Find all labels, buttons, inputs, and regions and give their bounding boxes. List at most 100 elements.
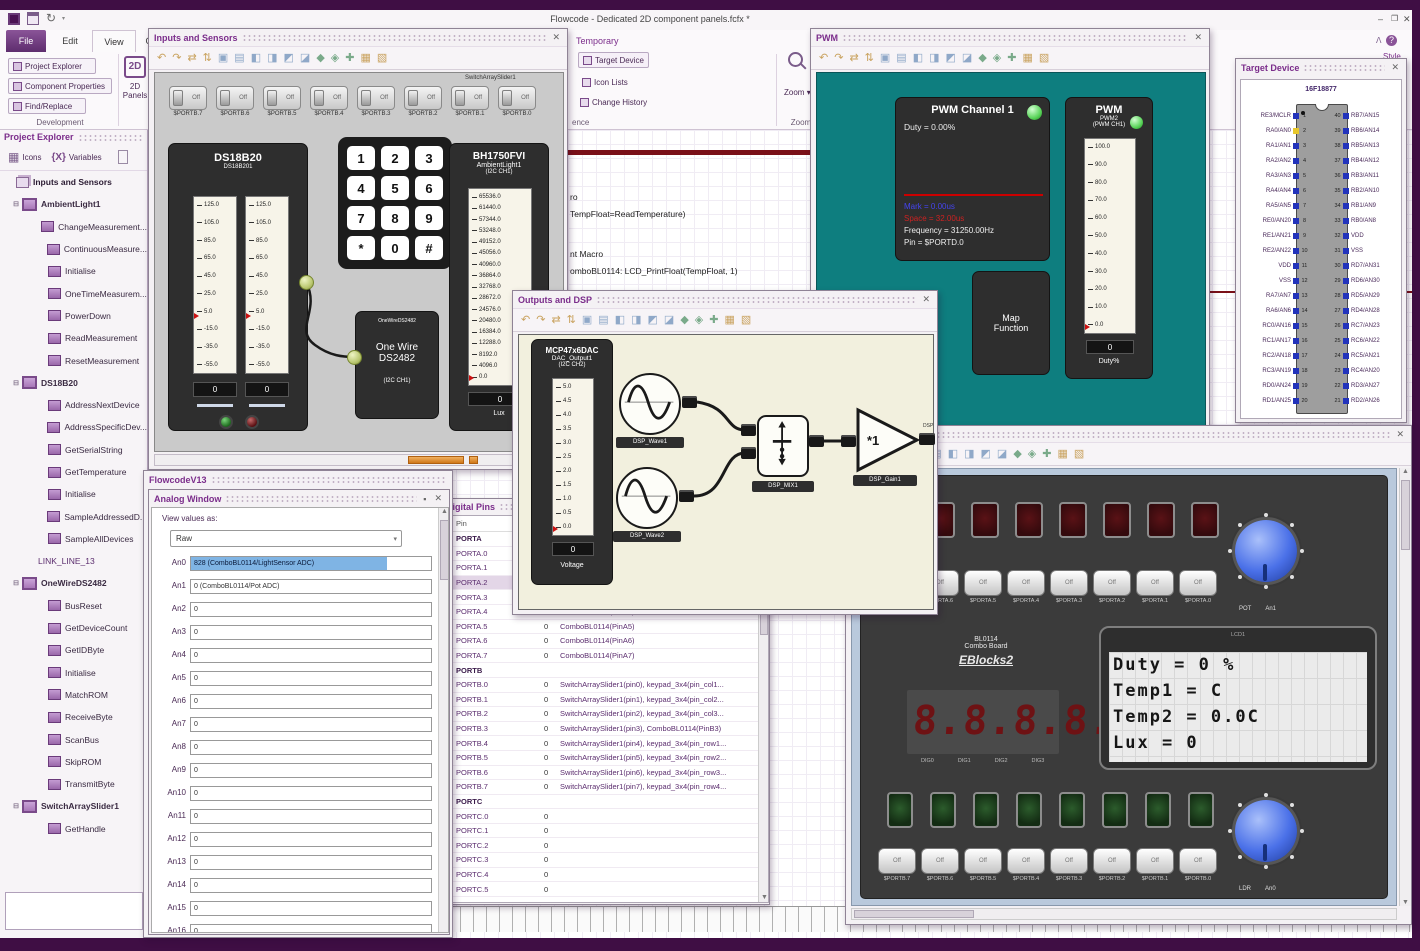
toolbar-icon[interactable]: ◧ bbox=[913, 52, 923, 64]
toolbar-icon[interactable]: ✚ bbox=[709, 314, 718, 326]
port-switch[interactable]: Off $PORTB.0 bbox=[1178, 848, 1218, 882]
tree-item[interactable]: SkipROM bbox=[0, 751, 147, 773]
tree-item[interactable]: ChangeMeasurement... bbox=[0, 216, 147, 238]
dsp-mixer-component[interactable] bbox=[757, 415, 809, 477]
tree-expander-icon[interactable]: ⊟ bbox=[10, 579, 22, 587]
analog-window-titlebar[interactable]: Analog Window ▪ ✕ bbox=[149, 490, 449, 507]
toolbar-icon[interactable]: ▧ bbox=[1074, 448, 1084, 460]
tree-item[interactable]: AddressNextDevice bbox=[0, 394, 147, 416]
tree-item[interactable]: ReadMeasurement bbox=[0, 327, 147, 349]
port-switch[interactable]: Off $PORTB.3 bbox=[1049, 848, 1089, 882]
port-switch[interactable]: Off $PORTB.2 bbox=[1092, 848, 1132, 882]
zoom-dropdown[interactable]: Zoom ▾ bbox=[784, 88, 811, 97]
toolbar-icon[interactable]: ▤ bbox=[234, 52, 244, 64]
project-explorer-button[interactable]: Project Explorer bbox=[8, 58, 96, 74]
pin-row[interactable]: PORTC.3 0 bbox=[444, 853, 768, 868]
analog-channel-row[interactable]: An0 828 (ComboBL0114/LightSensor ADC) bbox=[152, 556, 436, 579]
port-switch[interactable]: Off $PORTA.0 bbox=[1178, 570, 1218, 604]
close-icon[interactable]: ✕ bbox=[920, 294, 932, 305]
board-hscrollbar[interactable] bbox=[851, 908, 1397, 920]
toolbar-icon[interactable]: ◪ bbox=[300, 52, 310, 64]
pin-row[interactable]: ▴ PORTB bbox=[444, 663, 768, 678]
chip-pin-row[interactable]: RA0/AN0 2 39 RB6/AN14 bbox=[1243, 123, 1401, 138]
dsp-window-titlebar[interactable]: Outputs and DSP ✕ bbox=[513, 291, 937, 308]
toolbar-icon[interactable]: ↷ bbox=[834, 52, 843, 64]
tree-item[interactable]: ScanBus bbox=[0, 728, 147, 750]
analog-channel-row[interactable]: An7 0 bbox=[152, 717, 436, 740]
pin-row[interactable]: PORTA.6 0 ComboBL0114(PinA6) bbox=[444, 634, 768, 649]
toolbar-icon[interactable]: ◪ bbox=[962, 52, 972, 64]
target-device-titlebar[interactable]: Target Device ✕ bbox=[1236, 59, 1406, 76]
pin-row[interactable]: PORTB.2 0 SwitchArraySlider1(pin2), keyp… bbox=[444, 707, 768, 722]
keypad-key[interactable]: 5 bbox=[381, 176, 409, 200]
chip-pin-row[interactable]: RE0/AN20 8 33 RB0/AN8 bbox=[1243, 213, 1401, 228]
chip-pin-row[interactable]: RA4/AN4 6 35 RB2/AN10 bbox=[1243, 183, 1401, 198]
tree-item[interactable]: ResetMeasurement bbox=[0, 349, 147, 371]
toolbar-icon[interactable]: ◧ bbox=[948, 448, 958, 460]
onewire-component[interactable]: OneWireDS2482 One Wire DS2482 (I2C CH1) bbox=[355, 311, 439, 419]
pwm-window-titlebar[interactable]: PWM ✕ bbox=[811, 29, 1209, 46]
toolbar-icon[interactable]: ◈ bbox=[993, 52, 1001, 64]
chip-pin-row[interactable]: RA2/AN2 4 37 RB4/AN12 bbox=[1243, 153, 1401, 168]
tree-expander-icon[interactable]: ⊟ bbox=[10, 379, 22, 387]
pin-row[interactable]: PORTC.0 0 bbox=[444, 809, 768, 824]
tree-item[interactable]: SampleAllDevices bbox=[0, 528, 147, 550]
analog-vscrollbar[interactable]: ▲ bbox=[438, 508, 448, 932]
restore-button[interactable]: ❐ bbox=[1391, 14, 1398, 23]
tree-item[interactable]: LINK_LINE_13 bbox=[0, 550, 147, 572]
tab-edit[interactable]: Edit bbox=[50, 30, 90, 52]
help-icon[interactable]: ? bbox=[1386, 35, 1397, 46]
toolbar-icon[interactable]: ▦ bbox=[1022, 52, 1032, 64]
2d-panel-icon[interactable]: 2D bbox=[124, 56, 146, 78]
dsp-wave1-component[interactable] bbox=[619, 373, 681, 435]
analog-channel-row[interactable]: An16 0 bbox=[152, 924, 436, 932]
analog-channel-row[interactable]: An14 0 bbox=[152, 878, 436, 901]
toolbar-icon[interactable]: ↶ bbox=[157, 52, 166, 64]
chip-pin-row[interactable]: RA3/AN3 5 36 RB3/AN11 bbox=[1243, 168, 1401, 183]
tree-item[interactable]: Initialise bbox=[0, 483, 147, 505]
close-icon[interactable]: ✕ bbox=[1192, 32, 1204, 43]
tree-item[interactable]: SampleAddressedD... bbox=[0, 505, 147, 527]
toolbar-icon[interactable]: ⇅ bbox=[865, 52, 874, 64]
flowcode-panel-titlebar[interactable]: FlowcodeV13 bbox=[144, 471, 452, 488]
tree-item[interactable]: BusReset bbox=[0, 595, 147, 617]
keypad-key[interactable]: 1 bbox=[347, 146, 375, 170]
ldr-knob[interactable] bbox=[1235, 800, 1297, 862]
connector-plug[interactable] bbox=[841, 435, 856, 447]
tree-item[interactable]: TransmitByte bbox=[0, 773, 147, 795]
toolbar-icon[interactable]: ◆ bbox=[316, 52, 324, 64]
port-switch[interactable]: Off $PORTB.5 bbox=[963, 848, 1003, 882]
tree-item[interactable]: GetTemperature bbox=[0, 461, 147, 483]
tab-temporary[interactable]: Temporary bbox=[576, 36, 619, 46]
toolbar-icon[interactable]: ▣ bbox=[582, 314, 592, 326]
toolbar-icon[interactable]: ◨ bbox=[267, 52, 277, 64]
toolbar-icon[interactable]: ◨ bbox=[929, 52, 939, 64]
chip-pin-row[interactable]: RC0/AN16 15 26 RC7/AN23 bbox=[1243, 318, 1401, 333]
pin-row[interactable]: PORTC.4 0 bbox=[444, 868, 768, 883]
pin-row[interactable]: PORTB.1 0 SwitchArraySlider1(pin1), keyp… bbox=[444, 693, 768, 708]
connector-plug[interactable] bbox=[682, 396, 697, 408]
toolbar-icon[interactable]: ↷ bbox=[536, 314, 545, 326]
wire-node-icon[interactable] bbox=[347, 350, 362, 365]
port-switch[interactable]: Off $PORTA.5 bbox=[963, 570, 1003, 604]
toolbar-icon[interactable]: ↶ bbox=[521, 314, 530, 326]
analog-channel-row[interactable]: An4 0 bbox=[152, 648, 436, 671]
pin-row[interactable]: PORTC.2 0 bbox=[444, 838, 768, 854]
toolbar-icon[interactable]: ◧ bbox=[251, 52, 261, 64]
toolbar-icon[interactable]: ▦ bbox=[360, 52, 370, 64]
toolbar-icon[interactable]: ▣ bbox=[880, 52, 890, 64]
close-button[interactable]: ✕ bbox=[1403, 14, 1411, 25]
close-icon[interactable]: ✕ bbox=[550, 32, 562, 43]
toolbar-icon[interactable]: ▣ bbox=[218, 52, 228, 64]
port-switch[interactable]: Off $PORTA.1 bbox=[1135, 570, 1175, 604]
tree-item[interactable]: GetDeviceCount bbox=[0, 617, 147, 639]
chip-pin-row[interactable]: RE3/MCLR 1 40 RB7/AN15 bbox=[1243, 108, 1401, 123]
toolbar-icon[interactable]: ▧ bbox=[377, 52, 387, 64]
close-icon[interactable]: ✕ bbox=[1394, 429, 1406, 440]
close-icon[interactable]: ✕ bbox=[1389, 62, 1401, 73]
chip-pin-row[interactable]: RE1/AN21 9 32 VDD bbox=[1243, 228, 1401, 243]
chip-pin-row[interactable]: RD0/AN24 19 22 RD3/AN27 bbox=[1243, 378, 1401, 393]
chip-pin-row[interactable]: RC1/AN17 16 25 RC6/AN22 bbox=[1243, 333, 1401, 348]
toolbar-icon[interactable]: ◨ bbox=[964, 448, 974, 460]
tree-expander-icon[interactable]: ⊟ bbox=[10, 802, 22, 810]
